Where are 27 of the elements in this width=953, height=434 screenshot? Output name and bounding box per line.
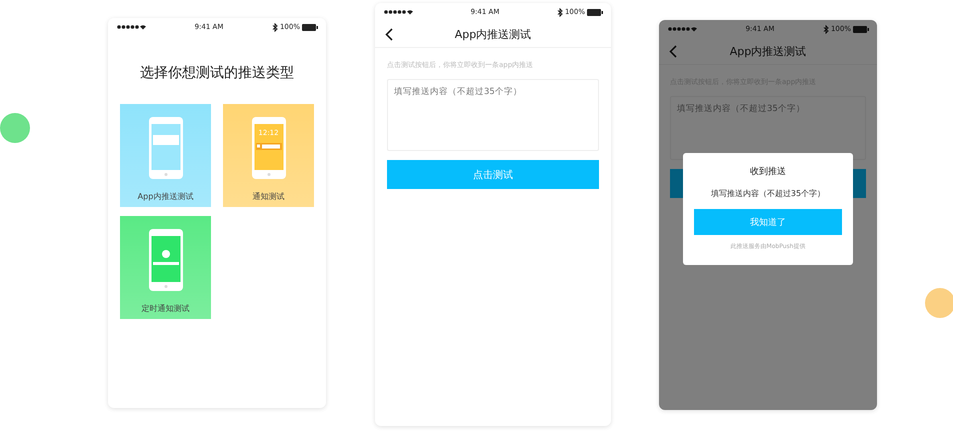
content-input-field[interactable]: 填写推送内容（不超过35个字） bbox=[387, 79, 599, 151]
signal-icon bbox=[667, 26, 697, 32]
signal-icon bbox=[116, 24, 146, 30]
decorative-circle bbox=[925, 288, 953, 318]
phone-illustration-icon bbox=[148, 229, 182, 291]
content-input-field[interactable]: 填写推送内容（不超过35个字） bbox=[670, 96, 866, 160]
card-label: 通知测试 bbox=[252, 191, 284, 202]
signal-icon bbox=[383, 9, 413, 15]
page-title: 选择你想测试的推送类型 bbox=[139, 64, 295, 82]
battery-icon bbox=[586, 8, 603, 16]
card-label: 定时通知测试 bbox=[142, 303, 190, 314]
dialog-message: 填写推送内容（不超过35个字） bbox=[710, 188, 826, 199]
phone-illustration-icon bbox=[148, 117, 182, 179]
battery-icon bbox=[852, 26, 869, 32]
nav-title: App内推送测试 bbox=[730, 44, 806, 58]
battery-icon bbox=[302, 24, 318, 30]
push-type-card[interactable]: 定时通知测试 bbox=[120, 216, 211, 319]
back-icon[interactable] bbox=[385, 28, 393, 40]
bluetooth-icon bbox=[272, 22, 278, 32]
card-label: App内推送测试 bbox=[138, 191, 194, 202]
push-type-card[interactable]: App内推送测试 bbox=[120, 104, 211, 207]
dialog-title: 收到推送 bbox=[750, 166, 786, 178]
decorative-circle bbox=[0, 113, 30, 143]
nav-title: App内推送测试 bbox=[454, 26, 532, 42]
bluetooth-icon bbox=[556, 8, 563, 16]
bluetooth-icon bbox=[822, 24, 829, 34]
phone-illustration-icon bbox=[252, 117, 286, 179]
